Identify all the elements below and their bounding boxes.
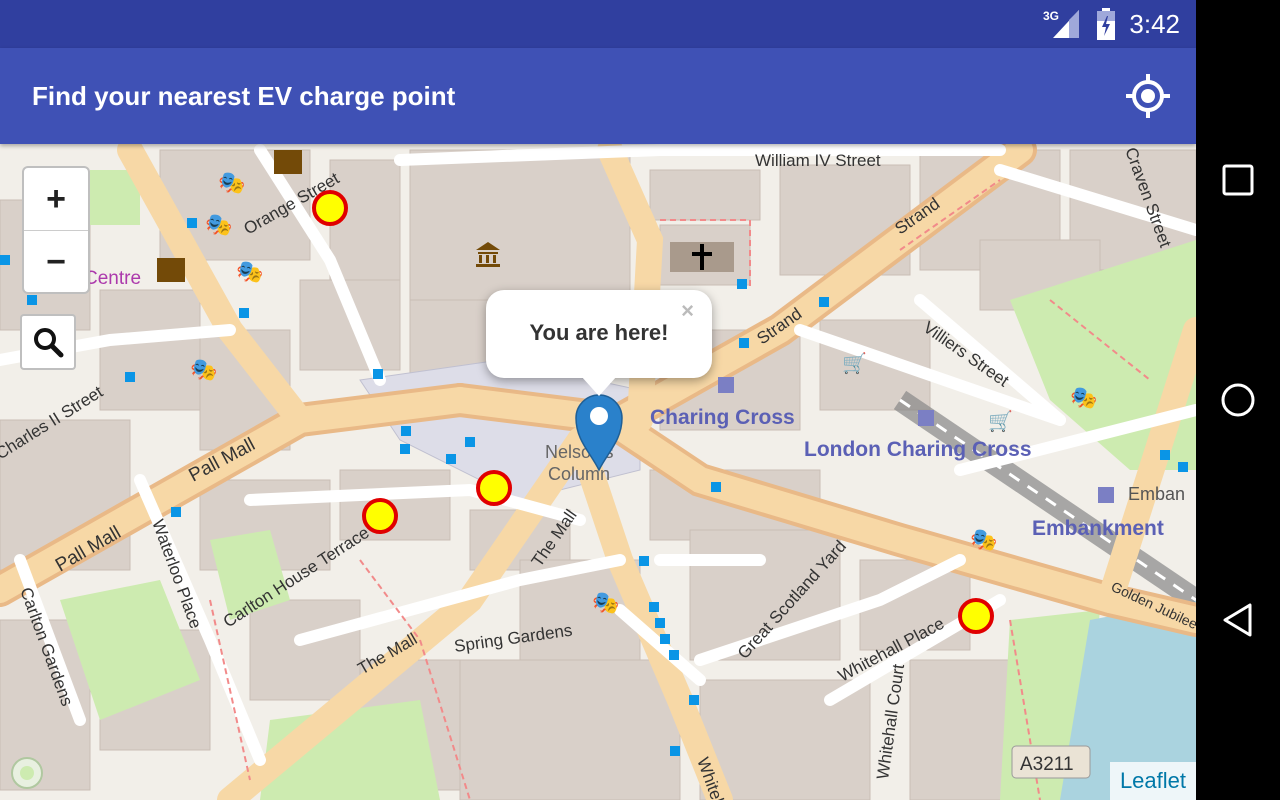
status-bar: 3G 3:42: [0, 0, 1196, 48]
map-canvas[interactable]: 🎭 🎭 🎭 🎭 🎭 🎭 🎭 🛒 🛒 William IV Street Stra…: [0, 144, 1196, 800]
compass-icon: [11, 757, 43, 789]
theatre-icon: 🎭: [190, 358, 217, 383]
shop-icon: 🛒: [988, 409, 1013, 433]
back-icon[interactable]: [1220, 602, 1256, 638]
charge-point-marker[interactable]: [958, 598, 994, 634]
area-label: Centre: [84, 268, 141, 289]
map-tiles[interactable]: 🎭 🎭 🎭 🎭 🎭 🎭 🎭 🛒 🛒 William IV Street Stra…: [0, 144, 1196, 800]
zoom-out-button[interactable]: −: [24, 230, 88, 293]
theatre-icon: 🎭: [592, 591, 619, 616]
system-nav-bar: [1196, 0, 1280, 800]
shop-icon: 🛒: [842, 351, 867, 375]
street-label: William IV Street: [755, 151, 881, 170]
network-type-label: 3G: [1043, 9, 1059, 23]
my-location-icon[interactable]: [1126, 74, 1170, 118]
location-popup: You are here! ×: [486, 290, 712, 396]
station-label: Embankment: [1032, 517, 1164, 540]
theatre-icon: 🎭: [205, 213, 232, 238]
map-attribution-link[interactable]: Leaflet: [1109, 762, 1196, 800]
page-title: Find your nearest EV charge point: [32, 81, 456, 111]
search-icon: [34, 328, 64, 358]
recents-icon[interactable]: [1222, 164, 1254, 196]
zoom-control: + −: [22, 166, 90, 294]
theatre-icon: 🎭: [236, 260, 263, 285]
popup-close-button[interactable]: ×: [681, 298, 694, 324]
app-bar: Find your nearest EV charge point: [0, 48, 1196, 144]
home-icon[interactable]: [1220, 382, 1256, 418]
zoom-in-button[interactable]: +: [24, 168, 88, 230]
battery-icon: [1097, 8, 1116, 40]
charge-point-marker[interactable]: [476, 470, 512, 506]
status-clock: 3:42: [1129, 8, 1180, 39]
theatre-icon: 🎭: [970, 528, 997, 553]
road-shield-label: A3211: [1020, 754, 1074, 775]
popup-text: You are here!: [529, 320, 669, 345]
search-button[interactable]: [20, 314, 76, 370]
theatre-icon: 🎭: [218, 171, 245, 196]
cinema-icon: [274, 150, 302, 174]
station-label: Charing Cross: [650, 406, 795, 429]
street-label: Emban: [1128, 484, 1185, 504]
station-label: London Charing Cross: [804, 438, 1032, 461]
charge-point-marker[interactable]: [312, 190, 348, 226]
cinema-icon: [157, 258, 185, 282]
charge-point-marker[interactable]: [362, 498, 398, 534]
signal-icon: 3G: [1043, 9, 1080, 38]
popup-tip: [581, 376, 617, 396]
theatre-icon: 🎭: [1070, 386, 1097, 411]
